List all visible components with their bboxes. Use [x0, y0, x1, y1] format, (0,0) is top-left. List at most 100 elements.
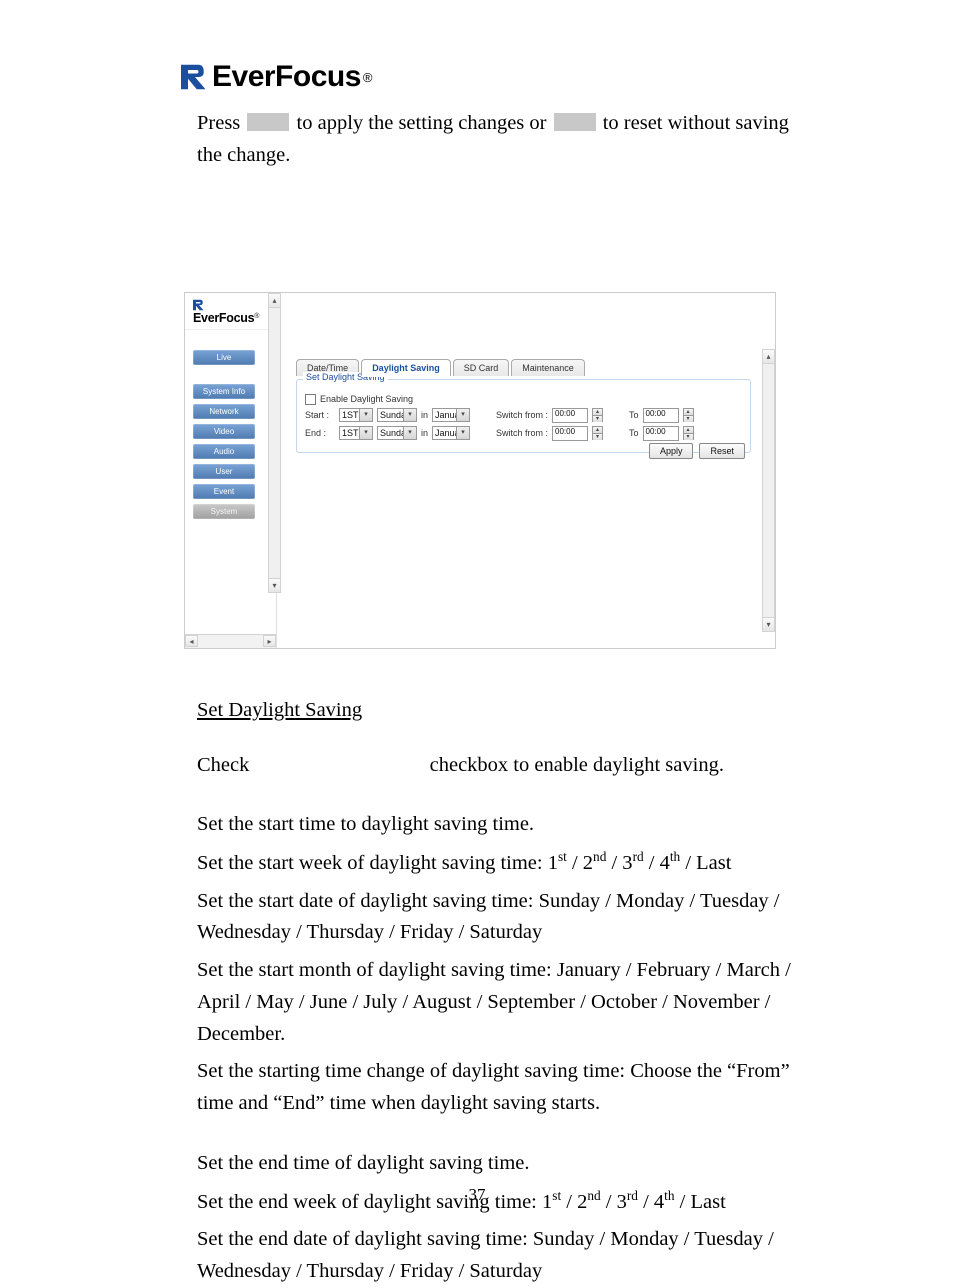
sidebar-item-network[interactable]: Network	[193, 404, 255, 419]
start-from-time[interactable]: 00:00	[552, 408, 588, 423]
to-label: To	[629, 428, 639, 438]
start-month-select[interactable]: January▾	[432, 408, 470, 422]
scroll-up-icon[interactable]: ▴	[763, 350, 774, 364]
scroll-right-icon[interactable]: ▸	[263, 635, 276, 647]
switch-from-label: Switch from :	[496, 410, 548, 420]
start-label: Start :	[305, 410, 335, 420]
body-p3a: Set the start week of daylight saving ti…	[197, 852, 558, 874]
brand-name: EverFocus	[212, 60, 361, 94]
body-p7: Set the end time of daylight saving time…	[197, 1148, 804, 1180]
sidebar-item-audio[interactable]: Audio	[193, 444, 255, 459]
reset-button[interactable]: Reset	[699, 443, 745, 459]
apply-button-placeholder	[247, 113, 289, 131]
body-p4: Set the start date of daylight saving ti…	[197, 886, 804, 950]
body-p3: Set the start week of daylight saving ti…	[197, 847, 804, 880]
chevron-down-icon: ▾	[456, 409, 469, 421]
sidebar-nav: Live System Info Network Video Audio Use…	[185, 345, 271, 630]
everfocus-logo-icon	[180, 63, 210, 91]
start-week-value: 1ST	[342, 410, 359, 420]
body-p9: Set the end date of daylight saving time…	[197, 1224, 804, 1288]
screenshot-brand-reg: ®	[254, 313, 259, 320]
tab-sd-card[interactable]: SD Card	[453, 359, 510, 376]
intro-paragraph: Press to apply the setting changes or to…	[197, 108, 804, 172]
sidebar-item-system[interactable]: System	[193, 504, 255, 519]
daylight-saving-fieldset: Set Daylight Saving Enable Daylight Savi…	[296, 379, 751, 453]
start-week-select[interactable]: 1ST▾	[339, 408, 373, 422]
body-p6: Set the starting time change of daylight…	[197, 1056, 804, 1120]
spinner-down-icon: ▾	[684, 416, 693, 422]
sup-th: th	[670, 849, 680, 864]
content-scrollbar[interactable]: ▴ ▾	[762, 349, 775, 632]
start-row: Start : 1ST▾ Sunday▾ in January▾ Switch …	[305, 408, 742, 423]
end-day-select[interactable]: Sunday▾	[377, 426, 417, 440]
body-p2: Set the start time to daylight saving ti…	[197, 809, 804, 841]
end-week-value: 1ST	[342, 428, 359, 438]
screenshot-brand: EverFocus®	[185, 293, 276, 330]
spinner-down-icon: ▾	[684, 434, 693, 440]
sidebar-hscrollbar[interactable]: ◂ ▸	[185, 634, 276, 648]
end-week-select[interactable]: 1ST▾	[339, 426, 373, 440]
reset-button-placeholder	[554, 113, 596, 131]
body-p3b: / 2	[567, 852, 593, 874]
in-label: in	[421, 428, 428, 438]
body-p1: Check checkbox to enable daylight saving…	[197, 750, 804, 782]
end-from-spinner[interactable]: ▴▾	[592, 426, 603, 440]
everfocus-logo-icon	[193, 299, 205, 311]
apply-button[interactable]: Apply	[649, 443, 694, 459]
start-from-spinner[interactable]: ▴▾	[592, 408, 603, 422]
body-p5: Set the start month of daylight saving t…	[197, 955, 804, 1050]
embedded-screenshot: EverFocus® Live System Info Network Vide…	[184, 292, 776, 649]
spinner-up-icon: ▴	[593, 409, 602, 416]
to-label: To	[629, 410, 639, 420]
end-row: End : 1ST▾ Sunday▾ in January▾ Switch fr…	[305, 426, 742, 441]
tab-daylight-saving[interactable]: Daylight Saving	[361, 359, 451, 376]
intro-text-1: Press	[197, 112, 245, 134]
in-label: in	[421, 410, 428, 420]
start-to-time[interactable]: 00:00	[643, 408, 679, 423]
spinner-up-icon: ▴	[684, 409, 693, 416]
start-to-spinner[interactable]: ▴▾	[683, 408, 694, 422]
page-number: 37	[0, 1185, 954, 1205]
chevron-down-icon: ▾	[359, 427, 372, 439]
screenshot-right-panel: Date/Time Daylight Saving SD Card Mainte…	[277, 293, 775, 648]
sidebar-item-video[interactable]: Video	[193, 424, 255, 439]
brand-registered: ®	[363, 70, 373, 85]
brand-logo: EverFocus ®	[180, 60, 804, 94]
end-from-time[interactable]: 00:00	[552, 426, 588, 441]
body-p3e: / Last	[680, 852, 731, 874]
start-day-select[interactable]: Sunday▾	[377, 408, 417, 422]
body-p3d: / 4	[644, 852, 670, 874]
sidebar-item-live[interactable]: Live	[193, 350, 255, 365]
screenshot-brand-name: EverFocus	[193, 311, 254, 325]
sidebar-item-system-info[interactable]: System Info	[193, 384, 255, 399]
intro-text-2: to apply the setting changes or	[291, 112, 551, 134]
end-to-time[interactable]: 00:00	[643, 426, 679, 441]
sidebar-item-user[interactable]: User	[193, 464, 255, 479]
sup-rd: rd	[633, 849, 644, 864]
hscroll-track[interactable]	[198, 635, 263, 648]
body-p3c: / 3	[606, 852, 632, 874]
scroll-down-icon[interactable]: ▾	[763, 617, 774, 631]
end-to-spinner[interactable]: ▴▾	[683, 426, 694, 440]
switch-from-label: Switch from :	[496, 428, 548, 438]
chevron-down-icon: ▾	[456, 427, 469, 439]
spinner-up-icon: ▴	[593, 427, 602, 434]
end-label: End :	[305, 428, 335, 438]
sup-st: st	[558, 849, 567, 864]
screenshot-left-panel: EverFocus® Live System Info Network Vide…	[185, 293, 277, 648]
chevron-down-icon: ▾	[403, 409, 416, 421]
enable-daylight-label: Enable Daylight Saving	[320, 394, 413, 404]
action-buttons: Apply Reset	[649, 443, 745, 459]
tab-maintenance[interactable]: Maintenance	[511, 359, 585, 376]
section-heading: Set Daylight Saving	[197, 699, 804, 722]
chevron-down-icon: ▾	[359, 409, 372, 421]
spinner-down-icon: ▾	[593, 416, 602, 422]
spinner-up-icon: ▴	[684, 427, 693, 434]
enable-daylight-checkbox[interactable]	[305, 394, 316, 405]
body-p1a: Check	[197, 754, 255, 776]
sup-nd: nd	[593, 849, 606, 864]
sidebar-item-event[interactable]: Event	[193, 484, 255, 499]
scroll-left-icon[interactable]: ◂	[185, 635, 198, 647]
end-month-select[interactable]: January▾	[432, 426, 470, 440]
spinner-down-icon: ▾	[593, 434, 602, 440]
